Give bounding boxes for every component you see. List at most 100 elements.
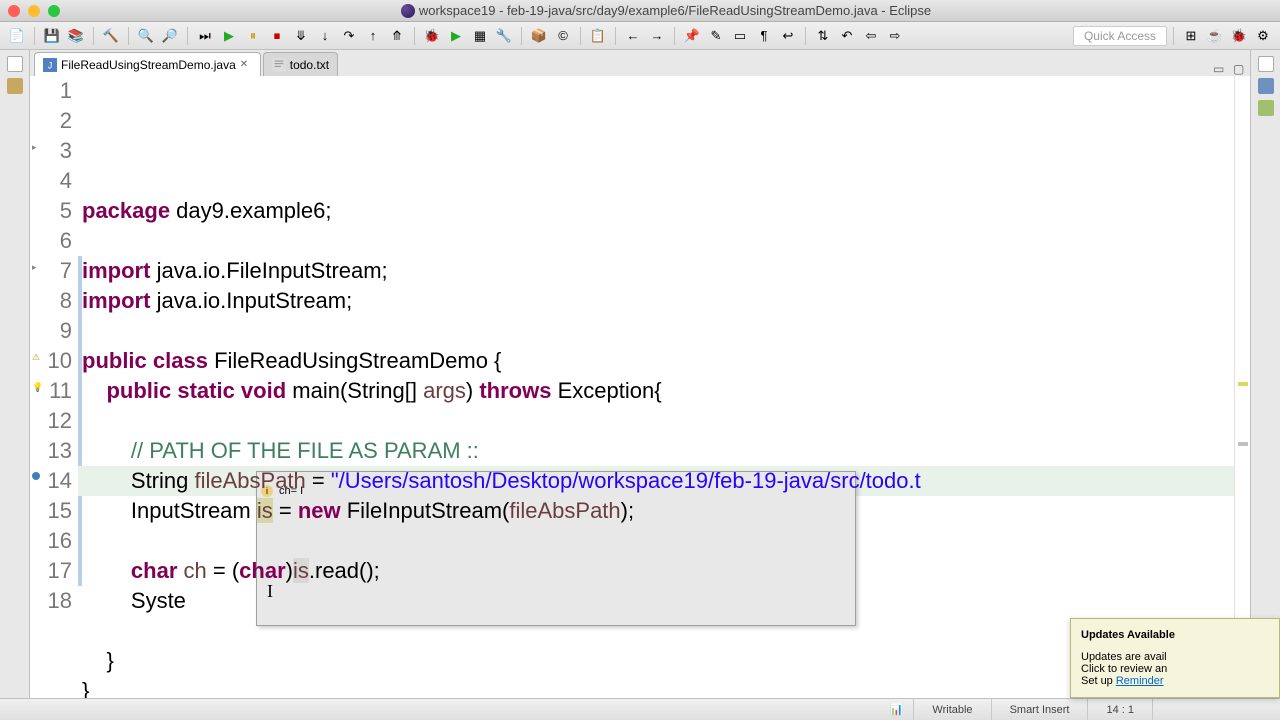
code-line[interactable]: package day9.example6; — [82, 196, 1234, 226]
annotation-nav-button[interactable]: ⇅ — [812, 25, 834, 47]
tab-file-read-demo[interactable]: J FileReadUsingStreamDemo.java ✕ — [34, 52, 261, 76]
jee-perspective-button[interactable]: ⚙ — [1252, 25, 1274, 47]
block-select-button[interactable]: ▭ — [729, 25, 751, 47]
step-return-button[interactable]: ↑ — [362, 25, 384, 47]
code-line[interactable]: import java.io.FileInputStream; — [82, 256, 1234, 286]
step-into-button[interactable]: ↓ — [314, 25, 336, 47]
overview-occurrence-mark[interactable] — [1238, 442, 1248, 446]
code-line[interactable]: } — [82, 676, 1234, 698]
code-line[interactable]: public class FileReadUsingStreamDemo { — [82, 346, 1234, 376]
skip-breakpoints-button[interactable]: ⏭ — [194, 25, 216, 47]
task-list-icon[interactable] — [1258, 100, 1274, 116]
show-whitespace-button[interactable]: ¶ — [753, 25, 775, 47]
window-controls — [8, 5, 60, 17]
terminate-button[interactable]: ⏹ — [266, 25, 288, 47]
close-tab-icon[interactable]: ✕ — [240, 59, 252, 71]
drop-frame-button[interactable]: ⤊ — [386, 25, 408, 47]
build-button[interactable]: 🔨 — [100, 25, 122, 47]
close-window-button[interactable] — [8, 5, 20, 17]
new-button[interactable]: 📄 — [6, 25, 28, 47]
code-text-area[interactable]: package day9.example6; import java.io.Fil… — [78, 76, 1234, 698]
tab-todo-txt[interactable]: todo.txt — [263, 52, 338, 76]
step-over-button[interactable]: ↷ — [338, 25, 360, 47]
external-tools-button[interactable]: 🔧 — [493, 25, 515, 47]
code-line[interactable]: String fileAbsPath = "/Users/santosh/Des… — [82, 466, 1234, 496]
build-status-icon: 📊 — [890, 703, 904, 716]
back-nav-button[interactable]: ⇦ — [860, 25, 882, 47]
line-number: 14 — [44, 466, 72, 496]
save-button[interactable]: 💾 — [41, 25, 63, 47]
code-line[interactable]: public static void main(String[] args) t… — [82, 376, 1234, 406]
maximize-editor-icon[interactable]: ▢ — [1233, 62, 1247, 76]
code-line[interactable]: InputStream is = new FileInputStream(fil… — [82, 496, 1234, 526]
insert-mode-status[interactable]: Smart Insert — [991, 699, 1088, 720]
warning-marker-icon[interactable]: ⚠ — [32, 352, 42, 362]
cursor-position-status: 14 : 1 — [1087, 699, 1152, 720]
code-line[interactable]: } — [82, 646, 1234, 676]
disconnect-button[interactable]: ⤋ — [290, 25, 312, 47]
titlebar: workspace19 - feb-19-java/src/day9/examp… — [0, 0, 1280, 22]
debug-perspective-button[interactable]: 🐞 — [1228, 25, 1250, 47]
code-line[interactable]: char ch = (char)is.read(); — [82, 556, 1234, 586]
zoom-window-button[interactable] — [48, 5, 60, 17]
open-type-button[interactable]: 🔍 — [135, 25, 157, 47]
new-class-button[interactable]: © — [552, 25, 574, 47]
code-line[interactable] — [82, 406, 1234, 436]
overview-ruler[interactable] — [1234, 76, 1250, 698]
last-edit-button[interactable]: ↶ — [836, 25, 858, 47]
resume-button[interactable]: ▶ — [218, 25, 240, 47]
editor-body[interactable]: ▸ ▸ ⚠ 💡 123456789101112131415161718 pack… — [30, 76, 1250, 698]
line-number: 11 — [44, 376, 72, 406]
forward-button[interactable]: → — [646, 25, 668, 47]
restore-view-icon[interactable] — [7, 56, 23, 72]
suspend-button[interactable]: ⏸ — [242, 25, 264, 47]
statusbar: 📊 Writable Smart Insert 14 : 1 — [0, 698, 1280, 720]
minimize-editor-icon[interactable]: ▭ — [1213, 62, 1227, 76]
main-toolbar: 📄 💾 📚 🔨 🔍 🔎 ⏭ ▶ ⏸ ⏹ ⤋ ↓ ↷ ↑ ⤊ 🐞 ▶ ▦ 🔧 📦 … — [0, 22, 1280, 50]
java-file-icon: J — [43, 58, 57, 72]
editor-tabs: J FileReadUsingStreamDemo.java ✕ todo.tx… — [30, 50, 1250, 76]
code-line[interactable]: import java.io.InputStream; — [82, 286, 1234, 316]
editor-area: J FileReadUsingStreamDemo.java ✕ todo.tx… — [30, 50, 1250, 698]
code-line[interactable] — [82, 226, 1234, 256]
line-number: 17 — [44, 556, 72, 586]
open-perspective-button[interactable]: ⊞ — [1180, 25, 1202, 47]
method-marker-icon[interactable]: ▸ — [32, 262, 42, 272]
line-number: 3 — [44, 136, 72, 166]
line-number: 7 — [44, 256, 72, 286]
writable-status: Writable — [913, 699, 990, 720]
line-number: 16 — [44, 526, 72, 556]
code-line[interactable] — [82, 526, 1234, 556]
pin-editor-button[interactable]: 📌 — [681, 25, 703, 47]
right-trim — [1250, 50, 1280, 698]
quick-access-input[interactable]: Quick Access — [1073, 26, 1167, 46]
debug-button[interactable]: 🐞 — [421, 25, 443, 47]
forward-nav-button[interactable]: ⇨ — [884, 25, 906, 47]
restore-view-right-icon[interactable] — [1258, 56, 1274, 72]
toggle-word-wrap-button[interactable]: ↩ — [777, 25, 799, 47]
save-all-button[interactable]: 📚 — [65, 25, 87, 47]
overview-warning-mark[interactable] — [1238, 382, 1248, 386]
outline-view-icon[interactable] — [1258, 78, 1274, 94]
line-number: 18 — [44, 586, 72, 616]
code-line[interactable] — [82, 616, 1234, 646]
open-task-button[interactable]: 📋 — [587, 25, 609, 47]
expand-marker-icon[interactable]: ▸ — [32, 142, 42, 152]
search-button[interactable]: 🔎 — [159, 25, 181, 47]
back-button[interactable]: ← — [622, 25, 644, 47]
minimize-window-button[interactable] — [28, 5, 40, 17]
code-line[interactable]: Syste — [82, 586, 1234, 616]
java-perspective-button[interactable]: ☕ — [1204, 25, 1226, 47]
coverage-button[interactable]: ▦ — [469, 25, 491, 47]
package-explorer-icon[interactable] — [7, 78, 23, 94]
lightbulb-marker-icon[interactable]: 💡 — [32, 382, 42, 392]
new-package-button[interactable]: 📦 — [528, 25, 550, 47]
breakpoint-marker-icon[interactable] — [32, 472, 40, 480]
line-number: 8 — [44, 286, 72, 316]
toggle-mark-button[interactable]: ✎ — [705, 25, 727, 47]
code-line[interactable] — [82, 316, 1234, 346]
code-line[interactable]: // PATH OF THE FILE AS PARAM :: — [82, 436, 1234, 466]
line-number: 6 — [44, 226, 72, 256]
run-button[interactable]: ▶ — [445, 25, 467, 47]
svg-text:J: J — [48, 60, 52, 70]
